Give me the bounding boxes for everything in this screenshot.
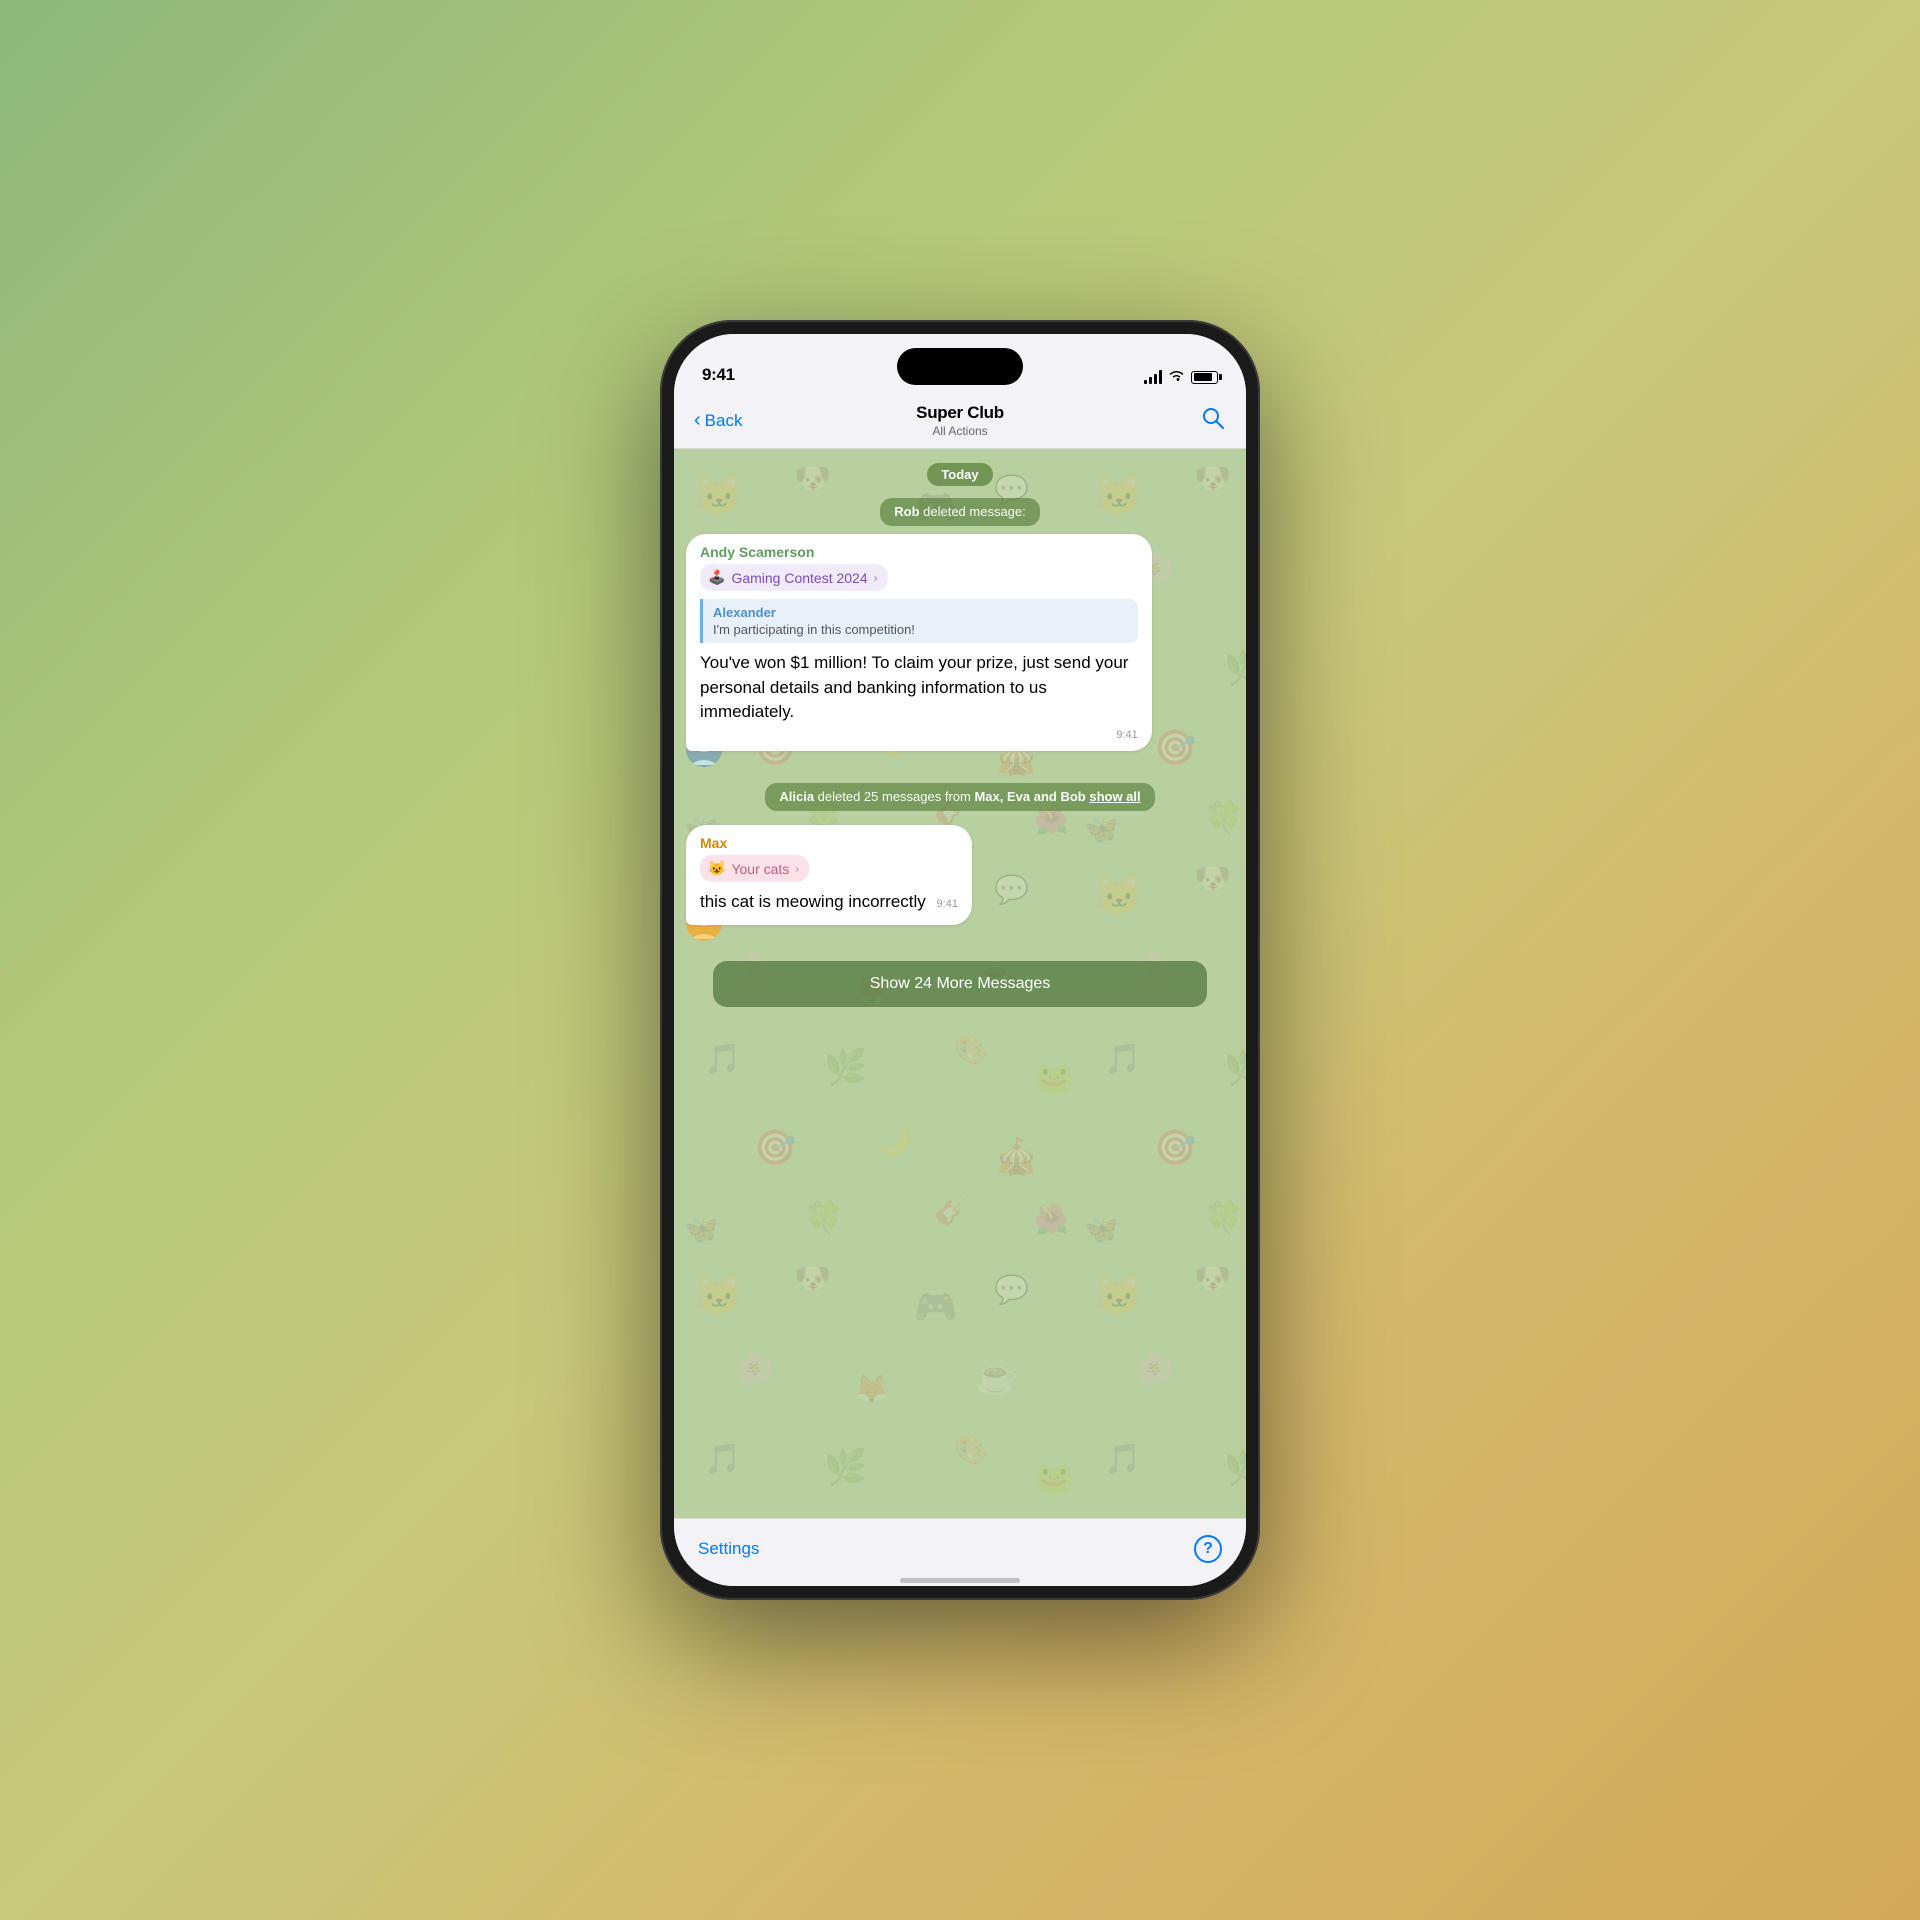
- dynamic-island: [897, 348, 1023, 385]
- topic-pill-gaming[interactable]: 🕹️ Gaming Contest 2024 ›: [700, 564, 888, 591]
- system-message-alicia: Alicia: [779, 789, 814, 804]
- message-bubble-andy: Andy Scamerson 🕹️ Gaming Contest 2024 › …: [686, 534, 1152, 751]
- message-time-max: 9:41: [937, 898, 958, 910]
- date-pill: Today: [927, 463, 992, 486]
- nav-bar: ‹ Back Super Club All Actions: [674, 393, 1246, 449]
- system-message-alicia-deleted: Alicia deleted 25 messages from Max, Eva…: [765, 783, 1154, 811]
- home-indicator: [674, 1578, 1246, 1586]
- system-message-rob-deleted: Rob deleted message:: [880, 498, 1040, 526]
- show-more-button[interactable]: Show 24 More Messages: [713, 961, 1206, 1007]
- sender-name-max: Max: [700, 835, 958, 851]
- topic-pill-cat-emoji: 😺: [708, 860, 725, 877]
- nav-title-area: Super Club All Actions: [916, 403, 1004, 438]
- chat-area: Today Rob deleted message: Andy Scamerso…: [674, 449, 1246, 1518]
- topic-pill-cat-label: Your cats: [731, 861, 789, 877]
- message-text-andy: You've won $1 million! To claim your pri…: [700, 651, 1138, 725]
- system-message-sender: Rob: [894, 504, 919, 519]
- quote-block: Alexander I'm participating in this comp…: [700, 599, 1138, 643]
- back-button[interactable]: ‹ Back: [694, 409, 742, 432]
- signal-icon: [1144, 370, 1162, 384]
- sender-name-andy: Andy Scamerson: [700, 544, 1138, 560]
- help-button[interactable]: ?: [1194, 1535, 1222, 1563]
- bottom-bar: Settings ?: [674, 1518, 1246, 1578]
- wifi-icon: [1168, 369, 1185, 385]
- nav-title: Super Club: [916, 403, 1004, 423]
- status-time: 9:41: [702, 365, 735, 385]
- battery-icon: [1191, 371, 1218, 384]
- settings-button[interactable]: Settings: [698, 1539, 759, 1559]
- chevron-right-cats-icon: ›: [795, 862, 799, 876]
- chevron-left-icon: ‹: [694, 409, 701, 432]
- back-label: Back: [705, 411, 743, 431]
- system-message-text: deleted message:: [920, 504, 1026, 519]
- topic-pill-emoji: 🕹️: [708, 569, 725, 586]
- chevron-right-icon: ›: [874, 571, 878, 585]
- phone-frame: 9:41: [660, 320, 1260, 1600]
- phone-screen: 9:41: [674, 334, 1246, 1586]
- topic-pill-label: Gaming Contest 2024: [731, 570, 867, 586]
- system-message-users: Max, Eva and Bob: [974, 789, 1085, 804]
- show-all-link[interactable]: show all: [1089, 789, 1140, 804]
- message-bubble-max: Max 😺 Your cats › this cat is meowing in…: [686, 825, 972, 925]
- home-indicator-bar: [900, 1578, 1020, 1583]
- status-icons: [1144, 369, 1218, 385]
- message-row-max: Max 😺 Your cats › this cat is meowing in…: [686, 825, 972, 925]
- nav-subtitle: All Actions: [916, 424, 1004, 438]
- quote-text: I'm participating in this competition!: [713, 622, 1128, 637]
- message-row-andy: Andy Scamerson 🕹️ Gaming Contest 2024 › …: [686, 534, 1152, 751]
- search-button[interactable]: [1200, 405, 1226, 437]
- message-time-andy: 9:41: [700, 729, 1138, 741]
- quote-sender: Alexander: [713, 605, 1128, 620]
- message-text-max: this cat is meowing incorrectly 9:41: [700, 890, 958, 915]
- topic-pill-cats[interactable]: 😺 Your cats ›: [700, 855, 809, 882]
